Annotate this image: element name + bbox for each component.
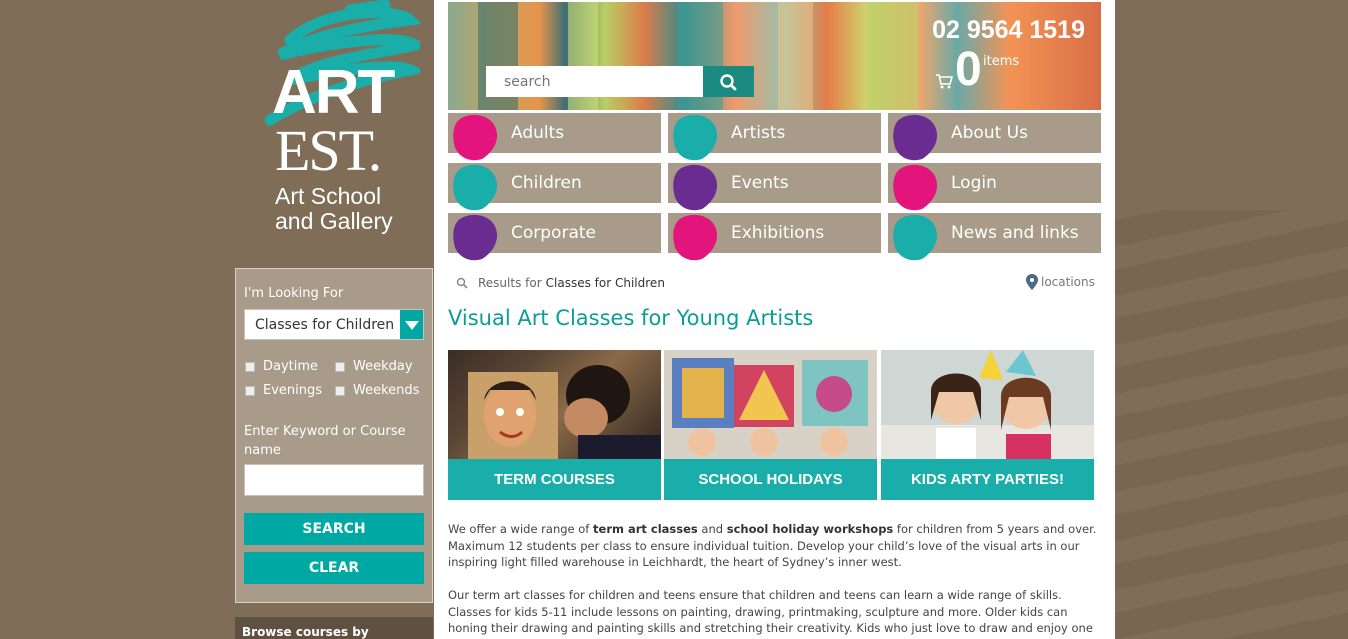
card-caption: SCHOOL HOLIDAYS <box>664 459 877 500</box>
card-term-courses[interactable]: TERM COURSES <box>448 350 661 500</box>
search-icon <box>720 74 737 91</box>
card-photo <box>664 350 877 459</box>
category-select[interactable]: Classes for Children <box>244 309 424 340</box>
site-logo[interactable]: ART EST. Art School and Gallery <box>250 0 420 240</box>
kids-party-hats-photo <box>881 350 1094 459</box>
nav-label: Corporate <box>511 223 596 243</box>
logo-est-text: EST. <box>275 118 382 183</box>
nav-label: Exhibitions <box>731 223 825 243</box>
card-school-holidays[interactable]: SCHOOL HOLIDAYS <box>664 350 877 500</box>
page-title: Visual Art Classes for Young Artists <box>448 306 814 330</box>
clear-button[interactable]: CLEAR <box>244 552 424 584</box>
checkbox-label: Weekday <box>353 359 413 374</box>
paint-blob-icon <box>893 114 938 161</box>
chevron-down-icon[interactable] <box>400 310 423 339</box>
category-select-value: Classes for Children <box>255 317 395 333</box>
nav-corporate[interactable]: Corporate <box>448 213 661 261</box>
paint-blob-icon <box>673 214 718 261</box>
nav-adults[interactable]: Adults <box>448 113 661 161</box>
banner-paint-stripe <box>778 2 813 110</box>
looking-for-label: I'm Looking For <box>244 286 344 301</box>
browse-demographic-header[interactable]: Browse courses by Demographic <box>235 617 433 639</box>
card-photo <box>448 350 661 459</box>
logo-tagline: Art School and Gallery <box>275 184 393 234</box>
checkbox-label: Daytime <box>263 359 319 374</box>
background-brush-streak <box>1113 210 1348 639</box>
nav-label: About Us <box>951 123 1028 143</box>
checkbox-evenings[interactable]: Evenings <box>245 383 322 398</box>
nav-events[interactable]: Events <box>668 163 881 211</box>
nav-label: News and links <box>951 223 1079 243</box>
intro-paragraph: We offer a wide range of term art classe… <box>448 521 1104 571</box>
holiday-workshops-link[interactable]: school holiday workshops <box>727 522 894 536</box>
term-classes-paragraph: Our term art classes for children and te… <box>448 588 1093 639</box>
nav-label: Login <box>951 173 997 193</box>
paint-blob-icon <box>453 114 498 161</box>
map-pin-icon <box>1026 274 1038 290</box>
checkbox-daytime[interactable]: Daytime <box>245 359 318 374</box>
logo-tagline-line2: and Gallery <box>275 208 393 234</box>
keyword-input[interactable] <box>244 464 424 496</box>
checkbox-label: Weekends <box>353 383 420 398</box>
card-caption: TERM COURSES <box>448 459 661 500</box>
cart-icon <box>936 74 953 89</box>
search-submit-button[interactable] <box>703 66 754 97</box>
search-button[interactable]: SEARCH <box>244 513 424 545</box>
banner-paint-stripe <box>868 2 918 110</box>
paint-blob-icon <box>453 214 498 261</box>
checkbox-box[interactable] <box>245 361 255 372</box>
nav-label: Events <box>731 173 789 193</box>
checkbox-label: Evenings <box>263 383 323 398</box>
nav-artists[interactable]: Artists <box>668 113 881 161</box>
term-classes-link[interactable]: term art classes <box>593 522 698 536</box>
cart-items-label: items <box>983 54 1020 69</box>
main-content: 02 9564 1519 0 items Adults Artists Abou… <box>434 0 1115 639</box>
paint-blob-icon <box>673 164 718 211</box>
nav-about-us[interactable]: About Us <box>888 113 1101 161</box>
search-icon <box>456 277 468 289</box>
search-input[interactable] <box>486 66 704 97</box>
para-text: We offer a wide range of <box>448 522 594 536</box>
paint-blob-icon <box>453 164 498 211</box>
card-kids-arty-parties[interactable]: KIDS ARTY PARTIES! <box>881 350 1094 500</box>
checkbox-weekday[interactable]: Weekday <box>335 359 413 374</box>
nav-children[interactable]: Children <box>448 163 661 211</box>
paint-blob-icon <box>673 114 718 161</box>
kids-holding-artwork-photo <box>672 358 868 456</box>
nav-label: Children <box>511 173 582 193</box>
nav-exhibitions[interactable]: Exhibitions <box>668 213 881 261</box>
logo-tagline-line1: Art School <box>275 183 382 209</box>
nav-label: Adults <box>511 123 565 143</box>
checkbox-weekends[interactable]: Weekends <box>335 383 419 398</box>
results-prefix: Results for <box>478 276 542 290</box>
card-caption: KIDS ARTY PARTIES! <box>881 459 1094 500</box>
checkbox-box[interactable] <box>245 385 255 396</box>
cart-count: 0 <box>955 43 982 96</box>
checkbox-box[interactable] <box>335 361 345 372</box>
paint-blob-icon <box>893 164 938 211</box>
para-text: and <box>697 522 727 536</box>
child-painting-photo <box>468 365 661 459</box>
locations-link[interactable]: locations <box>1026 274 1095 290</box>
checkbox-box[interactable] <box>335 385 345 396</box>
card-photo <box>881 350 1094 459</box>
course-search-panel: I'm Looking For Classes for Children Day… <box>235 268 433 603</box>
results-query: Classes for Children <box>545 276 665 290</box>
paint-blob-icon <box>893 214 938 261</box>
phone-number[interactable]: 02 9564 1519 <box>932 16 1085 45</box>
logo-art-text: ART <box>272 58 395 127</box>
header-banner: 02 9564 1519 0 items <box>448 2 1101 110</box>
nav-label: Artists <box>731 123 786 143</box>
results-breadcrumb: Results for Classes for Children <box>456 276 665 290</box>
keyword-label: Enter Keyword or Course name <box>244 424 406 458</box>
nav-news-and-links[interactable]: News and links <box>888 213 1101 261</box>
nav-login[interactable]: Login <box>888 163 1101 211</box>
locations-label: locations <box>1041 275 1095 289</box>
